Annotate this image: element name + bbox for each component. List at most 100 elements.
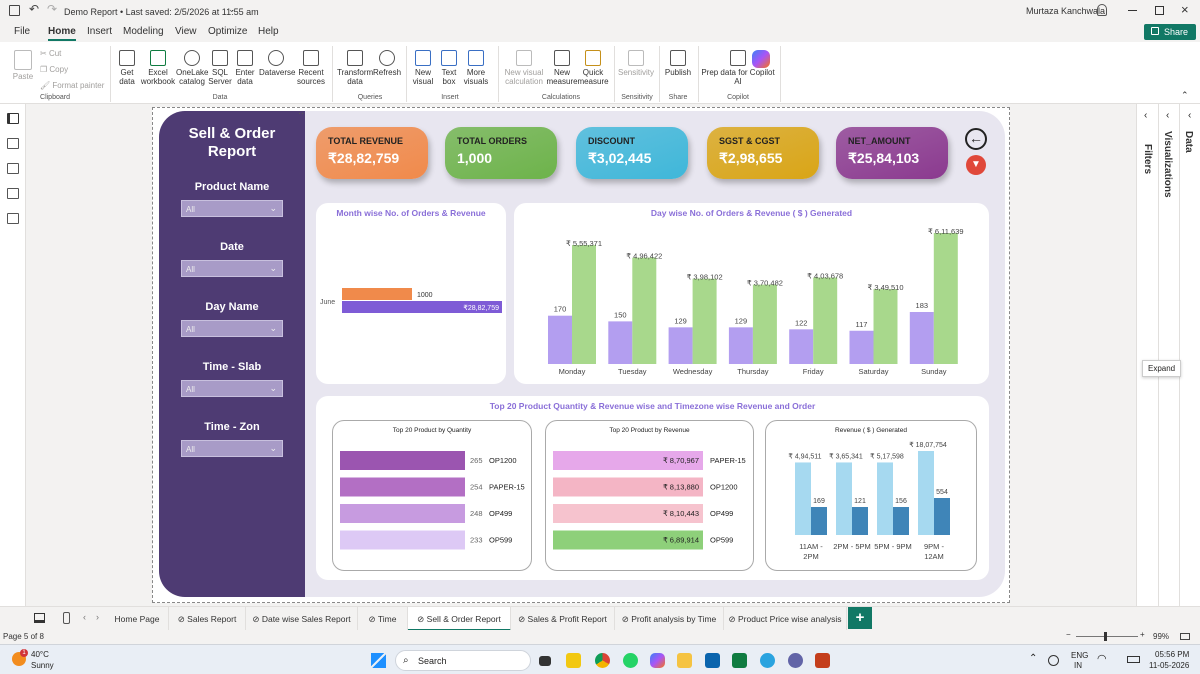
clock-time[interactable]: 05:56 PM <box>1155 650 1189 659</box>
copilot-app-icon[interactable] <box>650 653 665 668</box>
share-button[interactable]: Share <box>1144 24 1196 40</box>
user-name[interactable]: Murtaza Kanchwala <box>1026 6 1105 16</box>
page-view-icon[interactable] <box>34 613 45 623</box>
menu-help[interactable]: Help <box>258 26 279 37</box>
taskbar-search[interactable]: ⌕ Search <box>395 650 531 671</box>
refresh-button[interactable]: Refresh <box>373 50 401 77</box>
task-view-icon[interactable] <box>539 656 551 666</box>
copilot-icon[interactable] <box>752 50 770 68</box>
save-icon[interactable] <box>9 5 20 16</box>
new-visual-button[interactable]: New visual <box>410 50 436 86</box>
slicer-timezon-dropdown[interactable]: All ⌄ <box>181 440 283 457</box>
publish-button[interactable]: Publish <box>663 50 693 77</box>
text-box-button[interactable]: Text box <box>437 50 461 86</box>
excel-workbook-button[interactable]: Excel workbook <box>140 50 176 86</box>
whatsapp-icon[interactable] <box>623 653 638 668</box>
table-view-icon[interactable] <box>7 138 19 149</box>
menu-file[interactable]: File <box>14 26 30 37</box>
tab-sales-profit[interactable]: ⊘ Sales & Profit Report <box>511 607 615 631</box>
day-category-label: Monday <box>559 367 586 376</box>
close-icon[interactable]: × <box>1181 2 1189 17</box>
quick-measure-button[interactable]: Quick measure <box>577 50 609 86</box>
menu-insert[interactable]: Insert <box>87 26 112 37</box>
weather-desc[interactable]: Sunny <box>31 661 54 670</box>
fit-page-icon[interactable] <box>1180 633 1190 640</box>
slicer-dayname-dropdown[interactable]: All ⌄ <box>181 320 283 337</box>
tab-sales-report[interactable]: ⊘ Sales Report <box>169 607 246 631</box>
dax-query-icon[interactable] <box>7 188 19 199</box>
tray-app-icon[interactable] <box>1048 655 1059 666</box>
enter-data-button[interactable]: Enter data <box>233 50 257 86</box>
language-in[interactable]: IN <box>1074 661 1082 670</box>
onelake-label: OneLake catalog <box>176 68 209 86</box>
filter-icon[interactable]: ▼ <box>966 155 986 175</box>
weather-temp[interactable]: 40°C <box>31 650 49 659</box>
tab-time[interactable]: ⊘ Time <box>358 607 408 631</box>
menu-optimize[interactable]: Optimize <box>208 26 247 37</box>
wifi-icon[interactable]: ◠ <box>1097 652 1107 665</box>
zoom-level[interactable]: 99% <box>1153 632 1169 641</box>
powerbi-app-icon[interactable] <box>566 653 581 668</box>
filters-pane-tab[interactable]: Filters <box>1142 144 1153 174</box>
tray-chevron-icon[interactable]: ⌃ <box>1029 653 1037 664</box>
slicer-timeslab-dropdown[interactable]: All ⌄ <box>181 380 283 397</box>
paste-button: Paste <box>10 50 36 81</box>
menu-home[interactable]: Home <box>48 26 76 41</box>
file-explorer-icon[interactable] <box>677 653 692 668</box>
zoom-slider[interactable] <box>1076 636 1138 637</box>
minimize-icon[interactable] <box>1128 10 1137 11</box>
chrome-icon[interactable] <box>595 653 610 668</box>
next-page-icon[interactable]: › <box>96 612 99 622</box>
viz-collapse-icon[interactable]: ‹ <box>1166 110 1169 121</box>
back-arrow-icon[interactable]: ← <box>965 128 987 150</box>
mobile-view-icon[interactable] <box>63 612 70 624</box>
start-button-icon[interactable] <box>371 653 386 668</box>
title-chevron-icon[interactable]: ⌄ <box>228 4 236 15</box>
maximize-icon[interactable] <box>1155 6 1164 15</box>
filters-collapse-icon[interactable]: ‹ <box>1144 110 1147 121</box>
telegram-icon[interactable] <box>760 653 775 668</box>
zoom-out-icon[interactable]: − <box>1066 630 1071 639</box>
collapse-ribbon-icon[interactable]: ⌃ <box>1181 90 1189 101</box>
more-visuals-button[interactable]: More visuals <box>461 50 491 86</box>
teams-icon[interactable] <box>788 653 803 668</box>
transform-data-button[interactable]: Transform data <box>337 50 373 86</box>
prev-page-icon[interactable]: ‹ <box>83 612 86 622</box>
language-eng[interactable]: ENG <box>1071 651 1088 660</box>
tmdl-view-icon[interactable] <box>7 213 19 224</box>
day-revenue-label: ₹ 3,70,482 <box>747 279 783 288</box>
data-pane-tab[interactable]: Data <box>1183 131 1194 153</box>
tab-product-price[interactable]: ⊘ Product Price wise analysis <box>724 607 847 631</box>
data-collapse-icon[interactable]: ‹ <box>1188 110 1191 121</box>
tab-sell-order[interactable]: ⊘ Sell & Order Report <box>408 607 511 631</box>
battery-icon[interactable] <box>1127 656 1140 663</box>
slicer-date-dropdown[interactable]: All ⌄ <box>181 260 283 277</box>
recent-sources-button[interactable]: Recent sources <box>295 50 327 86</box>
report-view-icon[interactable] <box>7 113 19 124</box>
excel-app-icon[interactable] <box>732 653 747 668</box>
undo-icon[interactable]: ↶ <box>29 2 39 16</box>
user-avatar-icon[interactable] <box>1097 4 1107 16</box>
tab-home-page[interactable]: Home Page <box>106 607 169 631</box>
menu-view[interactable]: View <box>175 26 197 37</box>
measure-icon <box>554 50 570 66</box>
outlook-icon[interactable] <box>705 653 720 668</box>
zoom-slider-handle[interactable] <box>1104 632 1107 641</box>
slicer-product-dropdown[interactable]: All ⌄ <box>181 200 283 217</box>
get-data-button[interactable]: Get data <box>114 50 140 86</box>
recent-icon <box>303 50 319 66</box>
model-view-icon[interactable] <box>7 163 19 174</box>
powerpoint-icon[interactable] <box>815 653 830 668</box>
tab-date-wise[interactable]: ⊘ Date wise Sales Report <box>246 607 358 631</box>
tab-profit-time[interactable]: ⊘ Profit analysis by Time <box>615 607 724 631</box>
visualizations-pane-tab[interactable]: Visualizations <box>1162 131 1173 198</box>
clock-date[interactable]: 11-05-2026 <box>1149 661 1189 670</box>
sql-server-button[interactable]: SQL Server <box>208 50 232 86</box>
onelake-button[interactable]: OneLake catalog <box>176 50 208 86</box>
add-page-button[interactable]: + <box>848 607 872 629</box>
menu-modeling[interactable]: Modeling <box>123 26 164 37</box>
expand-tooltip[interactable]: Expand <box>1142 360 1182 377</box>
dataverse-button[interactable]: Dataverse <box>259 50 295 77</box>
zoom-in-icon[interactable]: + <box>1140 630 1145 639</box>
new-measure-button[interactable]: New measure <box>546 50 578 86</box>
